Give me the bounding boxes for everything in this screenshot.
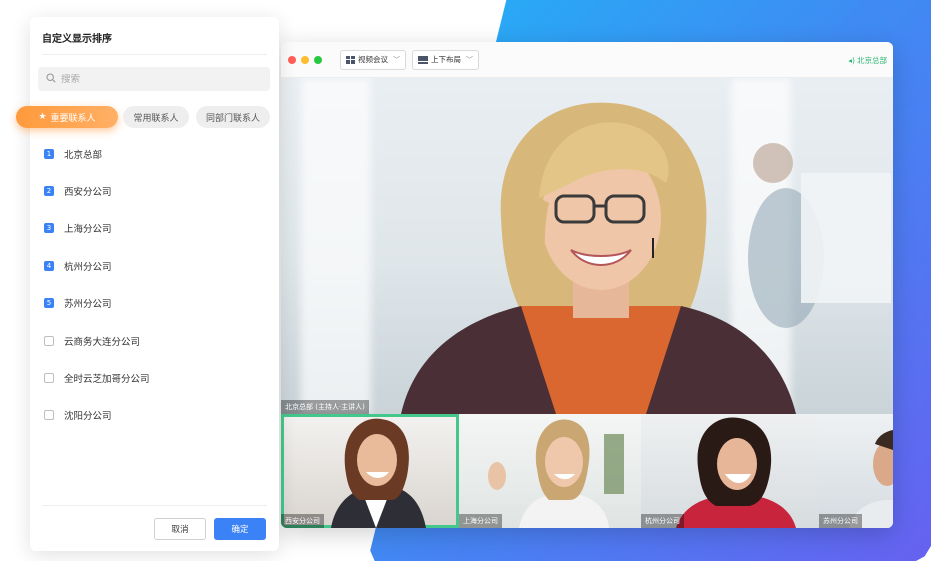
checkbox[interactable] bbox=[44, 336, 54, 346]
rank-badge: 5 bbox=[44, 298, 54, 308]
thumbnail-caption: 杭州分公司 bbox=[641, 514, 684, 528]
ranked-list-item[interactable]: 2 西安分公司 bbox=[44, 182, 112, 200]
chevron-down-icon: ﹀ bbox=[393, 55, 400, 64]
tab-important-contacts[interactable]: ★ 重要联系人 bbox=[16, 106, 118, 128]
participant-portrait bbox=[676, 417, 796, 528]
divider bbox=[42, 505, 267, 506]
participant-thumbnail[interactable]: 上海分公司 bbox=[459, 414, 641, 528]
chevron-down-icon: ﹀ bbox=[466, 55, 473, 64]
minimize-window-button[interactable] bbox=[301, 55, 309, 64]
search-input[interactable] bbox=[61, 73, 241, 85]
grid-view-icon bbox=[346, 55, 355, 64]
meeting-titlebar: 视频会议 ﹀ 上下布局 ﹀ ◂) 北京总部 bbox=[281, 42, 893, 78]
tab-label: 重要联系人 bbox=[50, 113, 96, 124]
tab-label: 常用联系人 bbox=[133, 113, 179, 124]
participant-thumbnail[interactable]: 西安分公司 bbox=[281, 414, 459, 528]
thumbnail-caption: 苏州分公司 bbox=[819, 514, 862, 528]
custom-sort-panel: 自定义显示排序 ★ 重要联系人 常用联系人 同部门联系人 1 北京总部 2 西安… bbox=[16, 17, 279, 551]
current-location-indicator: ◂) 北京总部 bbox=[848, 42, 887, 78]
window-controls bbox=[288, 55, 322, 64]
ranked-list-item[interactable]: 5 苏州分公司 bbox=[44, 294, 112, 312]
unchecked-list-item[interactable]: 云商务大连分公司 bbox=[44, 332, 140, 350]
checkbox[interactable] bbox=[44, 373, 54, 383]
list-item-label: 沈阳分公司 bbox=[64, 411, 112, 422]
participant-portrait bbox=[849, 430, 893, 528]
main-speaker-caption: 北京总部 (主持人·主讲人) bbox=[281, 400, 369, 414]
tab-same-department-contacts[interactable]: 同部门联系人 bbox=[196, 106, 270, 128]
current-location-label: 北京总部 bbox=[857, 55, 887, 65]
participant-portrait bbox=[488, 419, 624, 528]
speaker-illustration bbox=[401, 102, 891, 414]
ranked-list-item[interactable]: 3 上海分公司 bbox=[44, 219, 112, 237]
cancel-button[interactable]: 取消 bbox=[154, 518, 206, 540]
search-icon bbox=[46, 72, 56, 86]
ranked-list-item[interactable]: 1 北京总部 bbox=[44, 145, 102, 163]
participant-thumbnail[interactable]: 杭州分公司 bbox=[641, 414, 819, 528]
panel-title: 自定义显示排序 bbox=[42, 34, 112, 45]
rank-badge: 3 bbox=[44, 223, 54, 233]
layout-mode-label: 上下布局 bbox=[431, 55, 461, 64]
list-item-label: 杭州分公司 bbox=[64, 262, 112, 273]
signal-icon: ◂) bbox=[848, 55, 855, 65]
checkbox[interactable] bbox=[44, 410, 54, 420]
maximize-window-button[interactable] bbox=[314, 55, 322, 64]
thumbnail-caption: 西安分公司 bbox=[281, 514, 324, 528]
divider bbox=[42, 54, 267, 55]
tab-label: 同部门联系人 bbox=[205, 113, 260, 124]
participant-thumbnails: 西安分公司 上海分公司 杭州分公司 苏州分公司 bbox=[281, 414, 893, 528]
tab-frequent-contacts[interactable]: 常用联系人 bbox=[123, 106, 189, 128]
thumbnail-caption: 上海分公司 bbox=[459, 514, 502, 528]
list-item-label: 云商务大连分公司 bbox=[64, 337, 141, 348]
rank-badge: 2 bbox=[44, 186, 54, 196]
view-mode-label: 视频会议 bbox=[358, 55, 388, 64]
layout-mode-dropdown[interactable]: 上下布局 ﹀ bbox=[412, 49, 479, 70]
rank-badge: 1 bbox=[44, 149, 54, 159]
rank-badge: 4 bbox=[44, 261, 54, 271]
view-mode-dropdown[interactable]: 视频会议 ﹀ bbox=[340, 49, 406, 70]
layout-icon bbox=[418, 55, 428, 64]
meeting-window: 视频会议 ﹀ 上下布局 ﹀ ◂) 北京总部 北京总部 (主持人·主讲人) 西安分… bbox=[281, 42, 893, 528]
list-item-label: 苏州分公司 bbox=[64, 299, 112, 310]
list-item-label: 上海分公司 bbox=[64, 224, 112, 235]
list-item-label: 西安分公司 bbox=[64, 187, 112, 198]
list-item-label: 北京总部 bbox=[64, 150, 103, 161]
search-box[interactable] bbox=[38, 67, 270, 91]
main-speaker-video[interactable]: 北京总部 (主持人·主讲人) bbox=[281, 78, 893, 414]
close-window-button[interactable] bbox=[288, 55, 296, 64]
list-item-label: 全时云芝加哥分公司 bbox=[64, 374, 150, 385]
confirm-button[interactable]: 确定 bbox=[214, 518, 266, 540]
ranked-list-item[interactable]: 4 杭州分公司 bbox=[44, 257, 112, 275]
participant-thumbnail[interactable]: 苏州分公司 bbox=[819, 414, 893, 528]
participant-portrait bbox=[331, 418, 426, 528]
unchecked-list-item[interactable]: 沈阳分公司 bbox=[44, 406, 112, 424]
unchecked-list-item[interactable]: 全时云芝加哥分公司 bbox=[44, 369, 150, 387]
star-icon: ★ bbox=[38, 112, 47, 122]
